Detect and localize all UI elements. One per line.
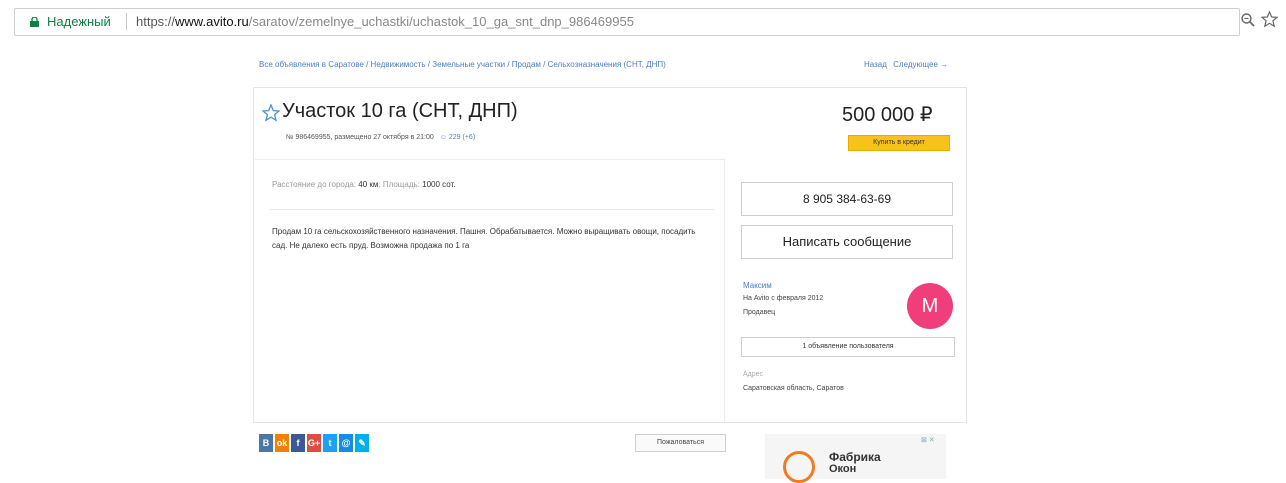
listing-number-date: № 986469955, размещено 27 октября в 21:0…: [286, 134, 434, 141]
listing-description: Продам 10 га сельскохозяйственного назна…: [272, 227, 696, 250]
listing-nav: Назад Следующее →: [864, 60, 952, 69]
url-host: www.avito.ru: [175, 14, 249, 29]
complain-button[interactable]: Пожаловаться: [635, 434, 726, 452]
address-value: Саратовская область, Саратов: [743, 385, 844, 392]
write-message-button[interactable]: Написать сообщение: [741, 225, 953, 259]
ad-title-line1: Фабрика: [829, 450, 881, 464]
description-panel: [255, 159, 725, 423]
vk-icon[interactable]: B: [259, 434, 273, 452]
twitter-icon[interactable]: t: [323, 434, 337, 452]
views-count[interactable]: ☺ 229 (+6): [440, 134, 475, 141]
user-ads-button[interactable]: 1 объявление пользователя: [741, 337, 955, 357]
listing-meta: № 986469955, размещено 27 октября в 21:0…: [286, 134, 475, 141]
seller-role: Продавец: [743, 309, 776, 316]
ok-icon[interactable]: ok: [275, 434, 289, 452]
url-text[interactable]: https://www.avito.ru/saratov/zemelnye_uc…: [136, 14, 634, 29]
bookmark-star-icon[interactable]: [1261, 11, 1278, 28]
listing-title: Участок 10 га (СНТ, ДНП): [282, 100, 518, 122]
address-bar[interactable]: Надежный https://www.avito.ru/saratov/ze…: [14, 8, 1240, 36]
ad-marker[interactable]: ⊠ ✕: [921, 436, 941, 444]
seller-name-link[interactable]: Максим: [743, 281, 772, 290]
ad-logo-icon: [783, 451, 815, 483]
seller-avatar[interactable]: M: [907, 283, 953, 329]
distance-label: Расстояние до города:: [272, 180, 357, 189]
livejournal-icon[interactable]: ✎: [355, 434, 369, 452]
address-label: Адрес: [743, 371, 764, 378]
area-value: 1000 сот.: [422, 180, 456, 189]
facebook-icon[interactable]: f: [291, 434, 305, 452]
browser-toolbar: Надежный https://www.avito.ru/saratov/ze…: [0, 0, 1286, 44]
url-protocol: https://: [136, 14, 176, 29]
ad-title-line2: Окон: [829, 463, 857, 475]
back-link[interactable]: Назад: [864, 60, 887, 69]
params-divider: [270, 209, 714, 210]
google-plus-icon[interactable]: G+: [307, 434, 321, 452]
favorite-star-icon[interactable]: [262, 104, 280, 122]
url-path: /saratov/zemelnye_uchastki/uchastok_10_g…: [248, 14, 634, 29]
lock-icon: [30, 17, 39, 27]
distance-value: 40 км: [358, 180, 379, 189]
seller-since: На Avito с февраля 2012: [743, 295, 824, 302]
listing-price: 500 000 ₽: [842, 104, 933, 126]
secure-label: Надежный: [47, 14, 111, 29]
zoom-icon[interactable]: [1240, 12, 1256, 28]
buy-on-credit-button[interactable]: Купить в кредит: [848, 135, 950, 151]
mail-icon[interactable]: @: [339, 434, 353, 452]
area-label: Площадь:: [382, 180, 420, 189]
listing-params: Расстояние до города: 40 км; Площадь: 10…: [272, 180, 456, 189]
address-separator: [126, 13, 127, 30]
next-link[interactable]: Следующее →: [893, 60, 948, 69]
show-phone-button[interactable]: 8 905 384-63-69: [741, 182, 953, 216]
breadcrumb[interactable]: Все объявления в Саратове / Недвижимость…: [259, 60, 666, 69]
